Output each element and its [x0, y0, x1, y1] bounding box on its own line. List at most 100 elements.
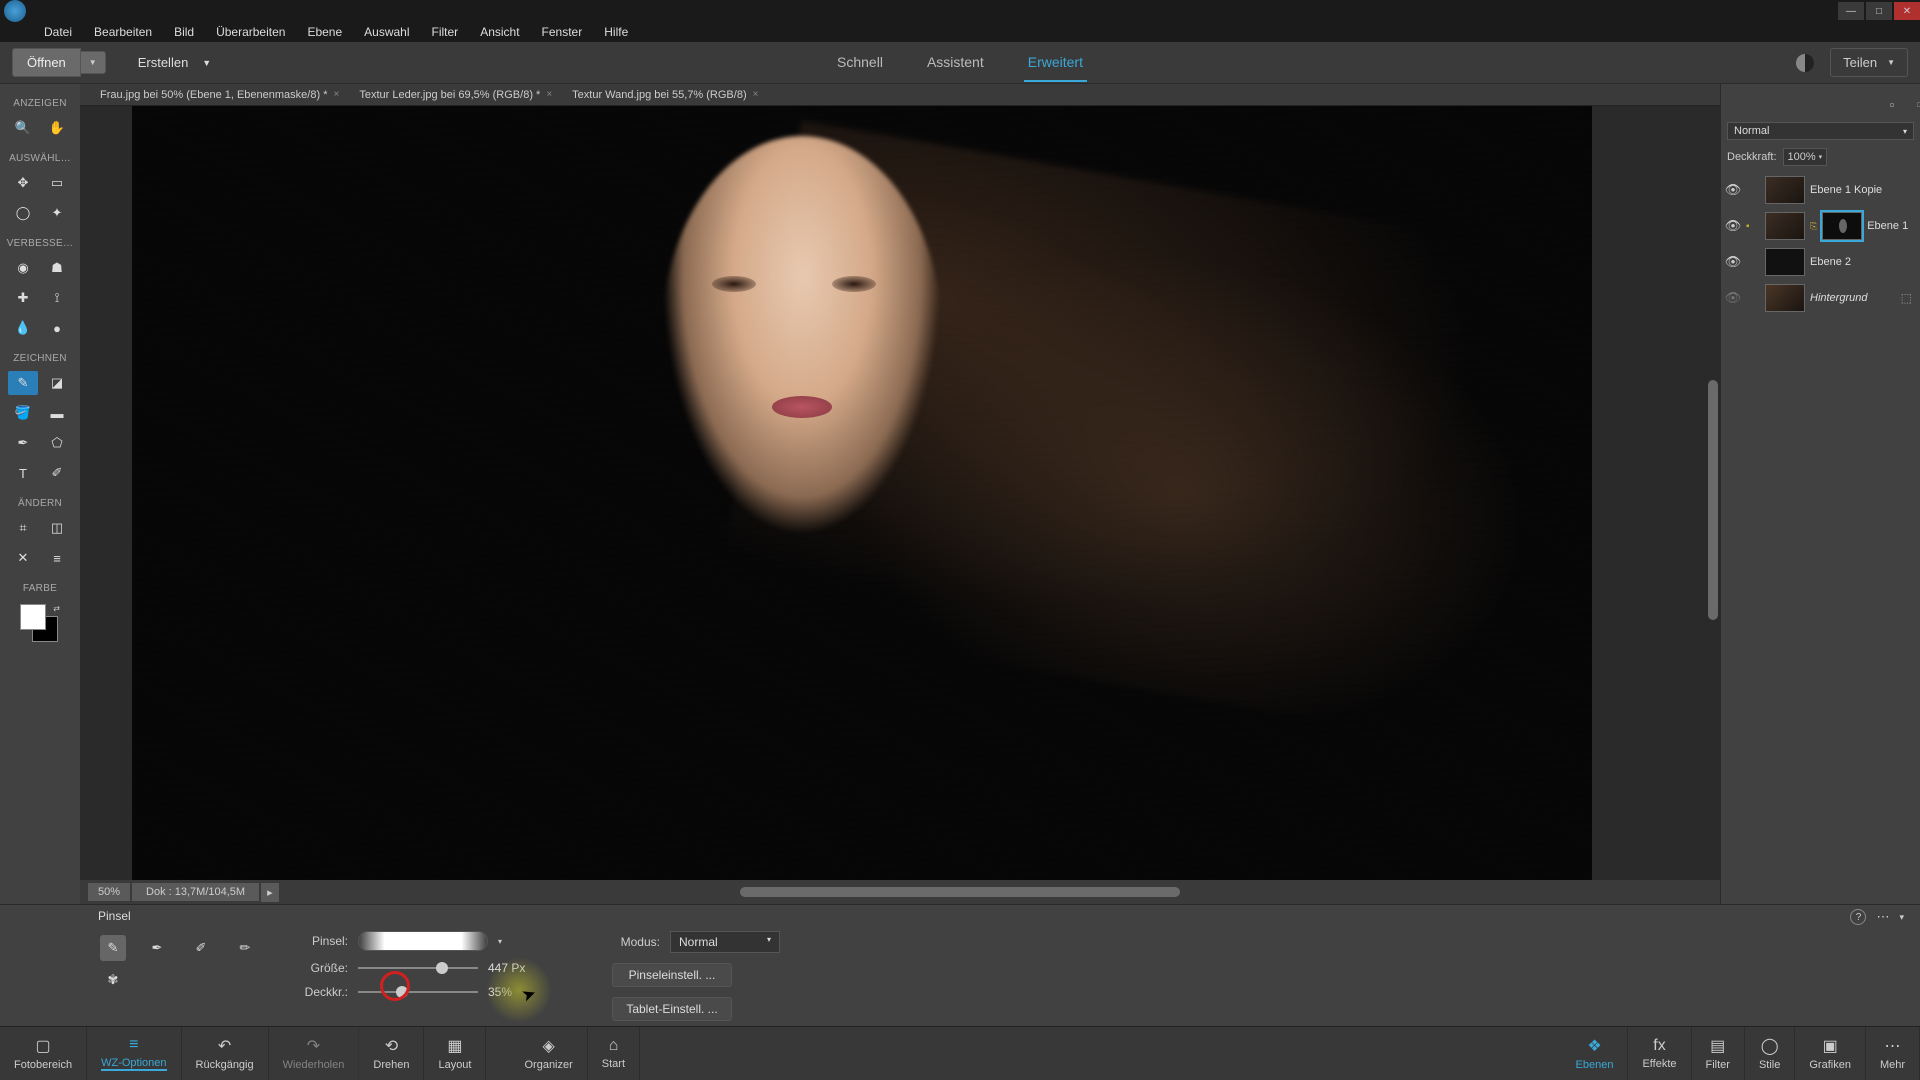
eraser-tool-icon[interactable]: ◪ [42, 371, 72, 395]
text-tool-icon[interactable]: T [8, 461, 38, 485]
gradient-tool-icon[interactable]: ▬ [42, 401, 72, 425]
crop-tool-icon[interactable]: ⌗ [8, 516, 38, 540]
mode-tab-quick[interactable]: Schnell [833, 44, 887, 82]
size-value[interactable]: 447 Px [488, 961, 540, 975]
bb-organizer[interactable]: ◈Organizer [510, 1027, 587, 1080]
blur-tool-icon[interactable]: 💧 [8, 316, 38, 340]
teeth-tool-icon[interactable]: ☗ [42, 256, 72, 280]
bb-mehr[interactable]: ⋯Mehr [1866, 1027, 1920, 1080]
bb-layout[interactable]: ▦Layout [424, 1027, 486, 1080]
heal-tool-icon[interactable]: ✚ [8, 286, 38, 310]
visibility-icon[interactable]: 👁 [1725, 218, 1741, 234]
opacity-input[interactable]: 100%▾ [1783, 148, 1828, 166]
close-tab-icon[interactable]: × [753, 89, 759, 100]
maximize-button[interactable]: □ [1866, 2, 1892, 20]
minimize-button[interactable]: — [1838, 2, 1864, 20]
bb-drehen[interactable]: ⟲Drehen [359, 1027, 424, 1080]
close-tab-icon[interactable]: × [546, 89, 552, 100]
more-icon[interactable]: ⋯ [1876, 909, 1889, 925]
brush-mode-pencil-icon[interactable]: ✏ [232, 935, 258, 961]
mode-tab-expert[interactable]: Erweitert [1024, 44, 1087, 82]
slider-thumb[interactable] [436, 962, 448, 974]
brush-mode-impression-icon[interactable]: ✒ [144, 935, 170, 961]
menu-filter[interactable]: Filter [424, 23, 467, 41]
layer-row-2[interactable]: 👁 Ebene 2 [1721, 244, 1920, 280]
document-canvas[interactable] [132, 106, 1592, 880]
bb-effekte[interactable]: fxEffekte [1628, 1027, 1691, 1080]
opacity-slider[interactable] [358, 991, 478, 993]
visibility-icon[interactable]: 👁 [1725, 182, 1741, 198]
mode-select[interactable]: Normal▾ [670, 931, 780, 953]
layer-group-icon[interactable]: ▭ [1912, 94, 1920, 114]
size-slider[interactable] [358, 967, 478, 969]
sponge-tool-icon[interactable]: ● [42, 316, 72, 340]
brush-mode-wet-icon[interactable]: ✾ [100, 967, 126, 993]
bb-undo[interactable]: ↶Rückgängig [182, 1027, 269, 1080]
marquee-tool-icon[interactable]: ▭ [42, 171, 72, 195]
menu-hilfe[interactable]: Hilfe [596, 23, 636, 41]
straighten-tool-icon[interactable]: ≡ [42, 546, 72, 570]
shape-tool-icon[interactable]: ⬠ [42, 431, 72, 455]
foreground-color-swatch[interactable] [20, 604, 46, 630]
docinfo-dropdown-icon[interactable]: ▸ [261, 883, 279, 902]
brush-mode-brush-icon[interactable]: ✎ [100, 935, 126, 961]
lasso-tool-icon[interactable]: ◯ [8, 201, 38, 225]
menu-ueberarbeiten[interactable]: Überarbeiten [208, 23, 293, 41]
doctab-2[interactable]: Textur Wand.jpg bei 55,7% (RGB/8)× [562, 86, 768, 104]
brush-preview[interactable] [358, 931, 488, 951]
eyedropper-tool-icon[interactable]: ✒ [8, 431, 38, 455]
horizontal-scrollbar[interactable] [740, 887, 1180, 897]
menu-auswahl[interactable]: Auswahl [356, 23, 417, 41]
bb-redo[interactable]: ↷Wiederholen [269, 1027, 360, 1080]
hand-tool-icon[interactable]: ✋ [42, 116, 72, 140]
close-window-button[interactable]: ✕ [1894, 2, 1920, 20]
create-dropdown[interactable]: Erstellen ▼ [130, 51, 220, 74]
menu-bild[interactable]: Bild [166, 23, 202, 41]
layer-mask-thumb[interactable] [1822, 212, 1862, 240]
open-dropdown-button[interactable]: ▼ [81, 51, 106, 74]
slider-thumb[interactable] [396, 986, 408, 998]
menu-fenster[interactable]: Fenster [534, 23, 591, 41]
opacity-value[interactable]: 35% [488, 985, 540, 999]
zoom-tool-icon[interactable]: 🔍 [8, 116, 38, 140]
bb-filter[interactable]: ▤Filter [1692, 1027, 1745, 1080]
doctab-0[interactable]: Frau.jpg bei 50% (Ebene 1, Ebenenmaske/8… [90, 86, 349, 104]
bb-ebenen[interactable]: ❖Ebenen [1562, 1027, 1629, 1080]
mode-tab-guided[interactable]: Assistent [923, 44, 988, 82]
pencil-tool-icon[interactable]: ✐ [42, 461, 72, 485]
menu-bearbeiten[interactable]: Bearbeiten [86, 23, 160, 41]
chevron-down-icon[interactable]: ▾ [1899, 912, 1904, 923]
brush-settings-button[interactable]: Pinseleinstell. ... [612, 963, 732, 987]
brush-mode-color-icon[interactable]: ✐ [188, 935, 214, 961]
theme-toggle-icon[interactable] [1796, 54, 1814, 72]
color-swatches[interactable]: ⇄ [20, 604, 60, 644]
swap-colors-icon[interactable]: ⇄ [53, 604, 60, 613]
close-tab-icon[interactable]: × [333, 89, 339, 100]
bb-start[interactable]: ⌂Start [588, 1027, 640, 1080]
tablet-settings-button[interactable]: Tablet-Einstell. ... [612, 997, 732, 1021]
bb-wz-optionen[interactable]: ≡WZ-Optionen [87, 1027, 181, 1080]
zoom-value[interactable]: 50% [88, 883, 130, 901]
visibility-off-icon[interactable]: 👁 [1725, 290, 1741, 306]
clone-tool-icon[interactable]: ⟟ [42, 286, 72, 310]
bb-stile[interactable]: ◯Stile [1745, 1027, 1795, 1080]
layer-row-1[interactable]: 👁 ▪ ⎘ Ebene 1 [1721, 208, 1920, 244]
new-layer-icon[interactable]: ▫ [1882, 94, 1902, 114]
brush-dropdown-icon[interactable]: ▾ [498, 935, 510, 947]
layer-row-0[interactable]: 👁 Ebene 1 Kopie [1721, 172, 1920, 208]
menu-ebene[interactable]: Ebene [299, 23, 350, 41]
blend-mode-select[interactable]: Normal▾ [1727, 122, 1914, 140]
lock-icon[interactable]: ▪ [1746, 221, 1760, 232]
recompose-tool-icon[interactable]: ◫ [42, 516, 72, 540]
vertical-scrollbar[interactable] [1708, 380, 1718, 620]
contentaware-tool-icon[interactable]: ✕ [8, 546, 38, 570]
menu-datei[interactable]: Datei [36, 23, 80, 41]
wand-tool-icon[interactable]: ✦ [42, 201, 72, 225]
fill-tool-icon[interactable]: 🪣 [8, 401, 38, 425]
canvas-area[interactable] [80, 106, 1720, 880]
doctab-1[interactable]: Textur Leder.jpg bei 69,5% (RGB/8) *× [349, 86, 562, 104]
move-tool-icon[interactable]: ✥ [8, 171, 38, 195]
layer-row-3[interactable]: 👁 Hintergrund ⬚ [1721, 280, 1920, 316]
menu-ansicht[interactable]: Ansicht [472, 23, 527, 41]
share-button[interactable]: Teilen ▼ [1830, 48, 1908, 77]
